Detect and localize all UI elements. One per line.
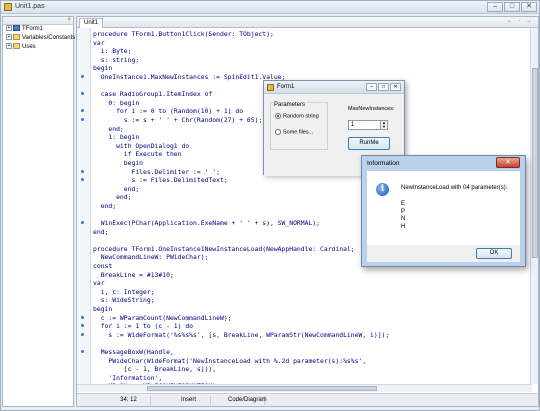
tree-item-label: TForm1 — [22, 26, 43, 32]
information-dialog: Information ✕ i NewInstanceLoad with 04 … — [361, 155, 526, 267]
param-line: N — [401, 216, 406, 222]
ok-button[interactable]: OK — [476, 248, 512, 259]
minimize-button[interactable]: – — [366, 83, 377, 91]
breakpoint-dot[interactable] — [81, 75, 84, 78]
editor-tabbar: Unit1 ← · → — [77, 17, 538, 28]
close-button[interactable]: ✕ — [496, 157, 520, 168]
window-title: Unit1.pas — [15, 3, 45, 10]
editor-gutter — [77, 28, 91, 388]
close-icon[interactable]: × — [67, 17, 71, 23]
maxnew-spinedit[interactable]: 1 ▲ ▼ — [348, 120, 388, 130]
maxnew-label: MaxNewInstances: — [348, 106, 395, 112]
close-button[interactable]: ✕ — [390, 83, 401, 91]
breakpoint-dot[interactable] — [81, 333, 84, 336]
app-icon — [4, 3, 12, 11]
code-line: s: string; — [93, 55, 140, 64]
radio-label: Some files... — [283, 129, 314, 136]
breakpoint-dot[interactable] — [81, 178, 84, 182]
project-tree-panel: × + TForm1 + Variables/Constants + Uses — [2, 16, 76, 407]
expand-icon[interactable]: + — [6, 43, 12, 50]
breakpoint-dot[interactable] — [81, 350, 84, 354]
expand-icon[interactable]: + — [6, 25, 12, 32]
tree-item-label: Uses — [22, 44, 36, 50]
insert-mode: Insert — [167, 396, 211, 405]
breakpoint-dot[interactable] — [81, 169, 84, 173]
code-line: i: Byte; — [93, 47, 132, 56]
tree-header: × — [3, 17, 73, 25]
param-line: P — [401, 208, 406, 215]
dialog-body: i NewInstanceLoad with 04 parameter(s): … — [367, 171, 520, 245]
form-icon — [13, 25, 20, 32]
code-line: BreakLine = #13#10; — [93, 270, 174, 279]
tree-item-label: Variables/Constants — [22, 35, 76, 41]
radio-label: Random string — [283, 113, 319, 120]
code-line: s := WideFormat('%s%s%s', [s, BreakLine,… — [93, 330, 390, 339]
view-mode-tabs[interactable]: Code/Diagram — [225, 396, 267, 405]
code-line: for i := 1 to (c - 1) do — [93, 322, 194, 331]
tab-navigation[interactable]: ← · → — [507, 18, 534, 24]
parameters-group: Parameters Random string Some files... — [270, 102, 328, 150]
breakpoint-dot[interactable] — [81, 92, 84, 96]
code-line: var — [93, 38, 105, 47]
app-icon — [267, 84, 274, 91]
form1-title: Form1 — [277, 84, 295, 90]
close-button[interactable]: ✕ — [521, 2, 537, 12]
code-line: 'Information', — [93, 373, 163, 382]
information-icon: i — [376, 183, 389, 196]
title-bar[interactable]: Unit1.pas – □ ✕ — [1, 1, 539, 14]
breakpoint-dot[interactable] — [81, 315, 84, 319]
scroll-thumb[interactable] — [147, 386, 377, 391]
param-line: H — [401, 223, 406, 230]
horizontal-scrollbar[interactable] — [77, 384, 532, 392]
form1-titlebar[interactable]: Form1 – □ ✕ — [264, 81, 404, 94]
breakpoint-dot[interactable] — [81, 109, 84, 113]
breakpoint-dot[interactable] — [81, 221, 84, 225]
code-line: procedure TForm1.Button1Click(Sender: TO… — [93, 30, 274, 38]
code-line: i, c: Integer; — [93, 287, 155, 296]
code-line: [c - 1, BreakLine, s])), — [93, 365, 217, 374]
breakpoint-dot[interactable] — [81, 118, 84, 121]
parameters-caption: Parameters — [273, 102, 307, 108]
code-line: MessageBoxW(Handle, — [93, 347, 174, 356]
code-line: PWideChar(WideFormat('NewInstanceLoad wi… — [93, 356, 367, 365]
radio-random-string[interactable]: Random string — [275, 113, 319, 119]
cursor-position: 34: 12 — [107, 396, 151, 405]
dialog-footer: OK — [367, 245, 520, 262]
code-line: c := WParamCount(NewCommandLineW); — [93, 313, 232, 322]
radio-icon[interactable] — [275, 129, 281, 135]
dialog-message: NewInstanceLoad with 04 parameter(s): — [401, 185, 508, 191]
tab-unit1[interactable]: Unit1 — [79, 18, 104, 28]
vertical-scrollbar[interactable] — [530, 28, 538, 384]
radio-some-files[interactable]: Some files... — [275, 129, 313, 135]
runme-button[interactable]: RunMe — [348, 137, 390, 150]
maximize-button[interactable]: □ — [378, 83, 389, 91]
dialog-titlebar[interactable]: Information ✕ — [362, 156, 525, 170]
code-line: begin — [93, 64, 113, 73]
folder-icon — [13, 43, 20, 50]
breakpoint-dot[interactable] — [81, 324, 84, 328]
tree-item-tform1[interactable]: + TForm1 — [3, 25, 73, 34]
dialog-title: Information — [367, 160, 400, 167]
spin-value: 1 — [351, 122, 355, 128]
maximize-button[interactable]: □ — [504, 2, 520, 12]
dialog-params: E P N H — [401, 201, 405, 231]
radio-selected-icon[interactable] — [275, 113, 281, 119]
minimize-button[interactable]: – — [487, 2, 503, 12]
folder-icon — [13, 34, 20, 41]
scroll-thumb[interactable] — [532, 68, 538, 258]
code-line: begin — [93, 305, 113, 313]
code-line: var — [93, 279, 105, 288]
tree-item-variables[interactable]: + Variables/Constants — [3, 34, 76, 43]
tree-item-uses[interactable]: + Uses — [3, 43, 73, 52]
status-bar: 34: 12 Insert Code/Diagram — [77, 393, 538, 406]
param-line: E — [401, 201, 406, 207]
expand-icon[interactable]: + — [6, 34, 12, 41]
code-line: s: WideString; — [93, 296, 155, 305]
spin-arrows-icon[interactable]: ▲ ▼ — [380, 121, 387, 129]
